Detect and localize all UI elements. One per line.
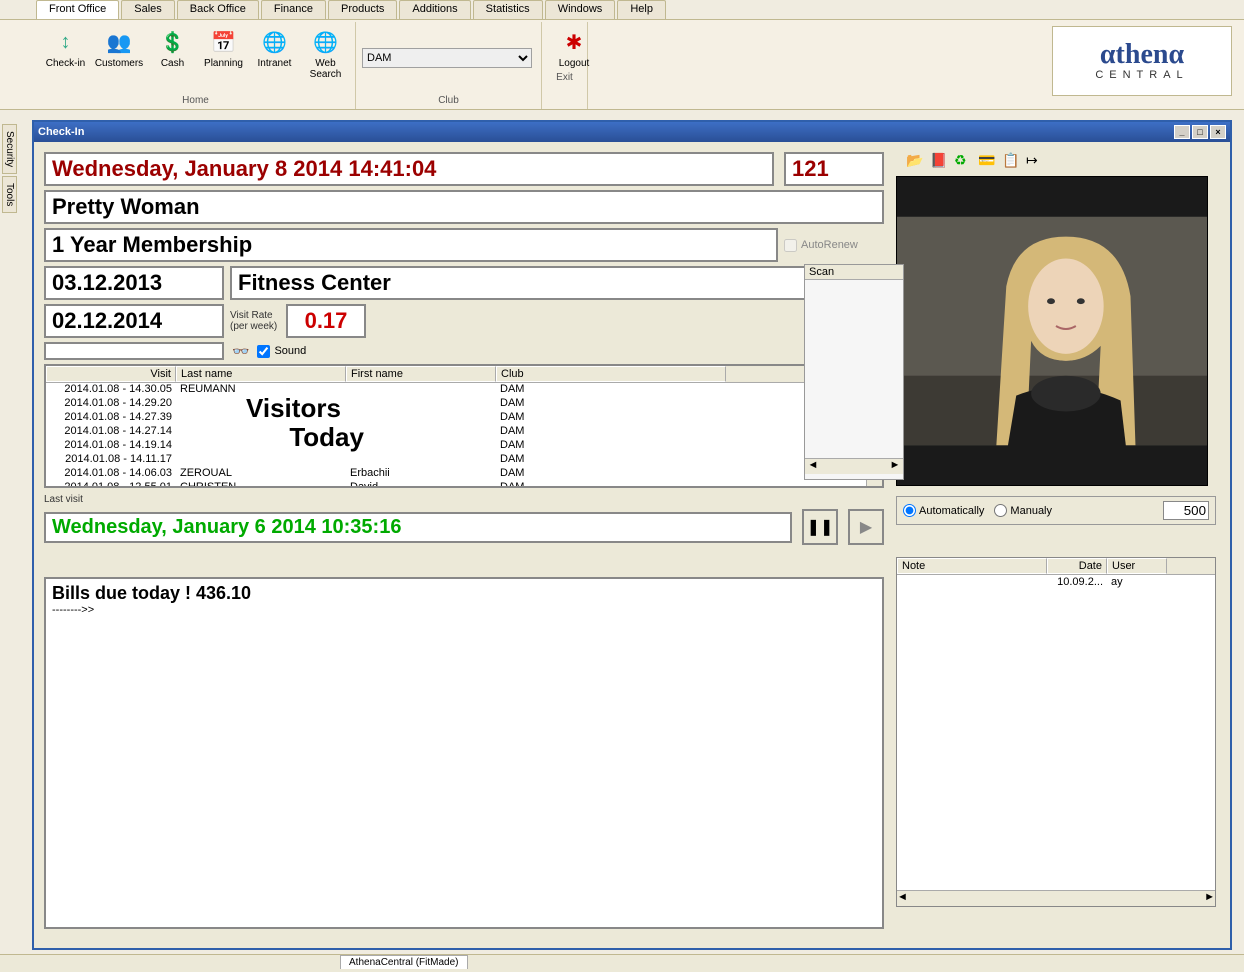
table-row[interactable]: 2014.01.08 - 14.27.14DAM	[46, 425, 882, 439]
table-row[interactable]: 2014.01.08 - 12.55.01CHRISTENDavidDAM	[46, 481, 882, 488]
customer-photo	[896, 176, 1208, 486]
customer-name: Pretty Woman	[44, 190, 884, 224]
table-row[interactable]: 2014.01.08 - 14.11.17DAM	[46, 453, 882, 467]
scan-label: Scan	[805, 265, 903, 280]
menu-help[interactable]: Help	[617, 0, 666, 19]
table-row[interactable]: 2014.01.08 - 14.27.39DAM	[46, 411, 882, 425]
menu-back-office[interactable]: Back Office	[177, 0, 259, 19]
auto-radio[interactable]: Automatically	[903, 504, 984, 517]
exit-icon[interactable]: ↦	[1026, 152, 1044, 170]
ribbon-group-club-label: Club	[362, 94, 535, 107]
notes-panel: Note Date User 10.09.2...ay ◄►	[896, 557, 1216, 907]
col-firstname[interactable]: First name	[346, 366, 496, 382]
menu-front-office[interactable]: Front Office	[36, 0, 119, 19]
ribbon: ↕Check-in👥Customers💲Cash📅Planning🌐Intran…	[0, 20, 1244, 110]
table-row[interactable]: 2014.01.08 - 14.30.05REUMANNDAM	[46, 383, 882, 397]
sidetab-security[interactable]: Security	[2, 124, 17, 174]
scan-panel: Scan ◄►	[804, 264, 904, 480]
membership-type: 1 Year Membership	[44, 228, 778, 262]
notes-scrollbar[interactable]: ◄►	[897, 890, 1215, 906]
visitors-table[interactable]: Visit Last name First name Club 2014.01.…	[44, 364, 884, 488]
menu-windows[interactable]: Windows	[545, 0, 616, 19]
check-in-button[interactable]: ↕Check-in	[42, 24, 89, 94]
sidetab-tools[interactable]: Tools	[2, 176, 17, 213]
table-row[interactable]: 2014.01.08 - 14.06.03ZEROUALErbachiiDAM	[46, 467, 882, 481]
status-tab[interactable]: AthenaCentral (FitMade)	[340, 955, 468, 969]
bills-text: Bills due today ! 436.10	[52, 583, 876, 604]
logo-subtext: CENTRAL	[1095, 69, 1188, 81]
bills-arrow: -------->>	[52, 604, 876, 616]
note-row[interactable]: 10.09.2...ay	[897, 575, 1215, 589]
col-user[interactable]: User	[1107, 558, 1167, 574]
exit-label[interactable]: Exit	[548, 71, 581, 84]
cash-button[interactable]: 💲Cash	[149, 24, 196, 94]
intranet-button[interactable]: 🌐Intranet	[251, 24, 298, 94]
menu-sales[interactable]: Sales	[121, 0, 175, 19]
play-button[interactable]: ▶	[848, 509, 884, 545]
visit-rate-label: Visit Rate (per week)	[230, 310, 280, 332]
auto-renew-checkbox[interactable]: AutoRenew	[784, 239, 884, 252]
open-icon[interactable]: 📂	[906, 152, 924, 170]
manual-radio[interactable]: Manualy	[994, 504, 1052, 517]
col-lastname[interactable]: Last name	[176, 366, 346, 382]
end-date: 02.12.2014	[44, 304, 224, 338]
search-input[interactable]	[44, 342, 224, 360]
clipboard-icon[interactable]: 📋	[1002, 152, 1020, 170]
visit-counter: 121	[784, 152, 884, 186]
window-title: Check-In	[38, 126, 84, 138]
scan-scrollbar[interactable]: ◄►	[805, 458, 903, 474]
menu-additions[interactable]: Additions	[399, 0, 470, 19]
table-row[interactable]: 2014.01.08 - 14.19.14DAM	[46, 439, 882, 453]
col-date[interactable]: Date	[1047, 558, 1107, 574]
customers-button[interactable]: 👥Customers	[93, 24, 145, 94]
visit-rate-value: 0.17	[286, 304, 366, 338]
logout-label: Logout	[559, 58, 590, 69]
planning-button[interactable]: 📅Planning	[200, 24, 247, 94]
status-bar: AthenaCentral (FitMade)	[0, 954, 1244, 972]
table-row[interactable]: 2014.01.08 - 14.29.20DAM	[46, 397, 882, 411]
checkin-window: Check-In _ □ × Wednesday, January 8 2014…	[32, 120, 1232, 950]
col-club[interactable]: Club	[496, 366, 726, 382]
web-search-button[interactable]: 🌐Web Search	[302, 24, 349, 94]
binoculars-icon[interactable]: 👓	[232, 343, 249, 360]
window-titlebar[interactable]: Check-In _ □ ×	[34, 122, 1230, 142]
last-visit-datetime: Wednesday, January 6 2014 10:35:16	[44, 512, 792, 543]
logout-button[interactable]: ✱ Logout	[548, 24, 600, 71]
ribbon-group-home-label: Home	[42, 94, 349, 107]
refresh-icon[interactable]: ♻	[954, 152, 972, 170]
menu-statistics[interactable]: Statistics	[473, 0, 543, 19]
last-visit-label: Last visit	[44, 494, 884, 505]
menu-bar: Front OfficeSalesBack OfficeFinanceProdu…	[0, 0, 1244, 20]
logo: αthenα CENTRAL	[1052, 26, 1232, 96]
maximize-button[interactable]: □	[1192, 125, 1208, 139]
interval-spinner[interactable]	[1163, 501, 1209, 520]
sound-checkbox[interactable]: Sound	[257, 345, 306, 358]
col-note[interactable]: Note	[897, 558, 1047, 574]
minimize-button[interactable]: _	[1174, 125, 1190, 139]
menu-finance[interactable]: Finance	[261, 0, 326, 19]
book-icon[interactable]: 📕	[930, 152, 948, 170]
card-icon[interactable]: 💳	[978, 152, 996, 170]
bills-panel: Bills due today ! 436.10 -------->>	[44, 577, 884, 929]
col-visit[interactable]: Visit	[46, 366, 176, 382]
menu-products[interactable]: Products	[328, 0, 397, 19]
action-icons: 📂 📕 ♻ 💳 📋 ↦	[896, 152, 1216, 172]
logo-text: αthenα	[1100, 41, 1184, 69]
start-date: 03.12.2013	[44, 266, 224, 300]
capture-mode: Automatically Manualy	[896, 496, 1216, 525]
club-select[interactable]: DAM	[362, 48, 532, 68]
pause-button[interactable]: ❚❚	[802, 509, 838, 545]
current-datetime: Wednesday, January 8 2014 14:41:04	[44, 152, 774, 186]
close-button[interactable]: ×	[1210, 125, 1226, 139]
fitness-center: Fitness Center	[230, 266, 884, 300]
